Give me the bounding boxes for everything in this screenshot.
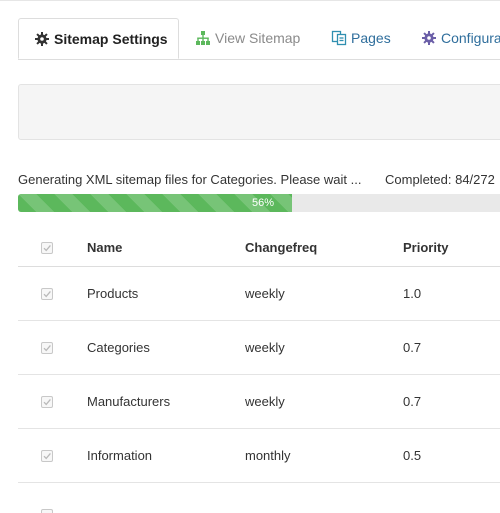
row-priority: 1.0 <box>403 286 422 301</box>
row-checkbox[interactable] <box>41 395 53 408</box>
row-checkbox[interactable] <box>41 341 53 354</box>
gear-icon <box>34 22 50 46</box>
row-priority: 0.5 <box>403 448 422 463</box>
tab-sitemap-settings-label: Sitemap Settings <box>54 31 168 47</box>
row-changefreq: weekly <box>245 340 285 355</box>
completed-count: Completed: 84/272 <box>385 172 495 187</box>
row-changefreq: weekly <box>245 394 285 409</box>
tab-view-sitemap[interactable]: View Sitemap <box>180 18 300 58</box>
row-priority: 0.7 <box>403 394 422 409</box>
tab-pages[interactable]: Pages <box>316 18 391 58</box>
row-checkbox[interactable] <box>41 287 53 300</box>
select-all-checkbox[interactable] <box>41 241 53 254</box>
row-priority: 0.7 <box>403 340 422 355</box>
tab-bar: Sitemap Settings View Sitemap Pages Conf… <box>18 18 500 60</box>
table-row: Information monthly 0.5 <box>18 429 500 483</box>
top-divider <box>0 0 500 1</box>
table-row: Products weekly 1.0 <box>18 267 500 321</box>
row-checkbox[interactable] <box>41 509 53 513</box>
row-name: Categories <box>87 340 150 355</box>
header-name[interactable]: Name <box>87 229 122 266</box>
row-checkbox-cell <box>41 267 53 320</box>
settings-panel <box>18 84 500 140</box>
row-checkbox-cell <box>41 321 53 374</box>
row-name: Products <box>87 286 139 301</box>
select-all-checkbox-cell <box>41 229 53 266</box>
table-header-row: Name Changefreq Priority <box>18 229 500 267</box>
tab-configuration[interactable]: Configura <box>406 18 500 58</box>
row-name: Manufacturers <box>87 394 171 409</box>
table-row <box>18 483 500 513</box>
header-changefreq[interactable]: Changefreq <box>245 229 317 266</box>
tab-configuration-label: Configura <box>441 30 500 46</box>
row-name: Information <box>87 448 153 463</box>
row-changefreq: weekly <box>245 286 285 301</box>
tab-pages-label: Pages <box>351 30 391 46</box>
tab-view-sitemap-label: View Sitemap <box>215 30 301 46</box>
progress-label: 56% <box>251 197 275 209</box>
row-checkbox[interactable] <box>41 449 53 462</box>
sitemap-table: Name Changefreq Priority Products weekly… <box>18 229 500 513</box>
sitemap-icon <box>195 21 211 45</box>
header-priority[interactable]: Priority <box>403 229 449 266</box>
table-row: Manufacturers weekly 0.7 <box>18 375 500 429</box>
progress-bar: 56% <box>18 194 500 212</box>
row-checkbox-cell <box>41 375 53 428</box>
tab-sitemap-settings[interactable]: Sitemap Settings <box>18 18 179 59</box>
gear-icon <box>421 21 437 45</box>
pages-icon <box>331 21 347 46</box>
table-row: Categories weekly 0.7 <box>18 321 500 375</box>
row-checkbox-cell <box>41 429 53 482</box>
status-message: Generating XML sitemap files for Categor… <box>18 172 362 187</box>
row-checkbox-cell <box>41 483 53 513</box>
row-changefreq: monthly <box>245 448 291 463</box>
